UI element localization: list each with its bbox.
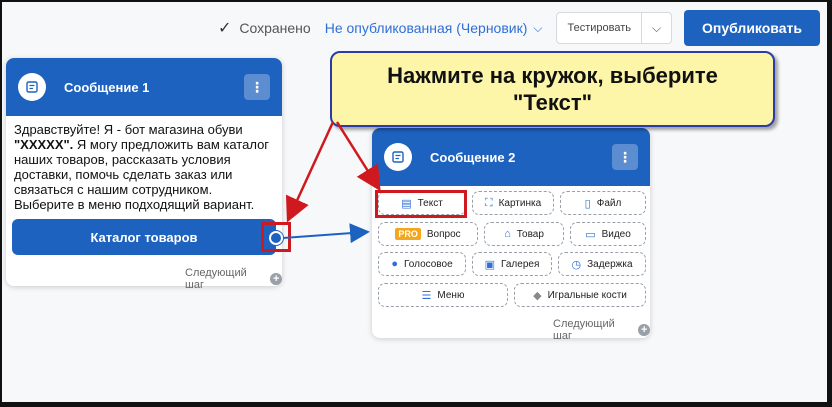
message-card-1[interactable]: Сообщение 1 ⋮ Здравствуйте! Я - бот мага… — [6, 58, 282, 291]
test-control: Тестировать ⌵ — [556, 12, 672, 44]
option-product[interactable]: ⌂ Товар — [484, 222, 564, 246]
video-icon: ▭ — [585, 228, 596, 241]
option-label: Картинка — [498, 197, 542, 209]
publish-status-dropdown[interactable]: Не опубликованная (Черновик) ⌵ — [325, 20, 543, 36]
top-bar: ✓ Сохранено Не опубликованная (Черновик)… — [218, 10, 820, 46]
option-gallery[interactable]: ▣ Галерея — [472, 252, 552, 276]
more-options-icon[interactable]: ⋮ — [244, 74, 270, 100]
catalog-button[interactable]: Каталог товаров — [12, 219, 276, 255]
dice-icon: ◆ — [533, 289, 542, 302]
save-status: ✓ Сохранено — [218, 18, 311, 38]
plus-icon[interactable]: + — [638, 324, 650, 336]
option-label: Видео — [601, 228, 631, 240]
test-button[interactable]: Тестировать — [557, 13, 641, 43]
message-text-bold: "ХХХХХ". — [14, 137, 74, 152]
option-label: Галерея — [501, 258, 540, 270]
next-step-link[interactable]: Следующий шаг + — [185, 267, 282, 291]
gallery-icon: ▣ — [484, 258, 496, 271]
more-options-icon[interactable]: ⋮ — [612, 144, 638, 170]
option-image[interactable]: ⛶ Картинка — [472, 191, 554, 215]
image-icon: ⛶ — [484, 196, 493, 209]
highlight-connection-handle — [261, 222, 291, 252]
timer-icon: ◷ — [571, 258, 582, 271]
callout-line-1: Нажмите на кружок, выберите — [387, 63, 718, 88]
message-card-2[interactable]: Сообщение 2 ⋮ ▤ Текст ⛶ Картинка ▯ Файл PRO… — [372, 128, 650, 342]
option-file[interactable]: ▯ Файл — [560, 191, 646, 215]
microphone-icon: ● — [391, 258, 399, 270]
message-icon — [384, 143, 412, 171]
chevron-down-icon: ⌵ — [533, 20, 543, 35]
next-step-label: Следующий шаг — [185, 267, 247, 291]
message-text[interactable]: Здравствуйте! Я - бот магазина обуви "ХХ… — [6, 116, 282, 212]
card-header: Сообщение 1 ⋮ — [6, 58, 282, 116]
callout-line-2: "Текст" — [512, 90, 593, 115]
highlight-text-option — [375, 190, 467, 218]
option-video[interactable]: ▭ Видео — [570, 222, 646, 246]
option-label: Товар — [516, 228, 544, 240]
option-delay[interactable]: ◷ Задержка — [558, 252, 646, 276]
message-text-part: Здравствуйте! Я - бот магазина обуви — [14, 122, 243, 137]
saved-label: Сохранено — [239, 20, 311, 36]
check-icon: ✓ — [217, 20, 232, 37]
next-step-label: Следующий шаг — [553, 318, 615, 342]
option-label: Голосовое — [404, 258, 453, 270]
store-icon: ⌂ — [504, 228, 511, 240]
pro-badge: PRO — [395, 228, 421, 240]
plus-icon[interactable]: + — [270, 273, 282, 285]
option-dice[interactable]: ◆ Игральные кости — [514, 283, 646, 307]
publish-status-label: Не опубликованная (Черновик) — [324, 20, 528, 36]
option-label: Задержка — [587, 258, 633, 270]
option-voice[interactable]: ● Голосовое — [378, 252, 466, 276]
option-menu[interactable]: ☰ Меню — [378, 283, 508, 307]
option-label: Файл — [596, 197, 622, 209]
message-icon — [18, 73, 46, 101]
menu-icon: ☰ — [421, 289, 432, 302]
option-label: Меню — [437, 289, 465, 301]
card-header: Сообщение 2 ⋮ — [372, 128, 650, 186]
card-title: Сообщение 2 — [430, 149, 516, 165]
file-icon: ▯ — [584, 197, 591, 210]
card-title: Сообщение 1 — [64, 79, 150, 95]
test-options-chevron-icon[interactable]: ⌵ — [641, 13, 671, 43]
next-step-link[interactable]: Следующий шаг + — [553, 318, 650, 342]
option-question[interactable]: PRO Вопрос — [378, 222, 478, 246]
option-label: Игральные кости — [547, 289, 627, 301]
option-label: Вопрос — [426, 228, 461, 240]
instruction-callout: Нажмите на кружок, выберите "Текст" — [330, 51, 775, 127]
publish-button[interactable]: Опубликовать — [684, 10, 820, 46]
